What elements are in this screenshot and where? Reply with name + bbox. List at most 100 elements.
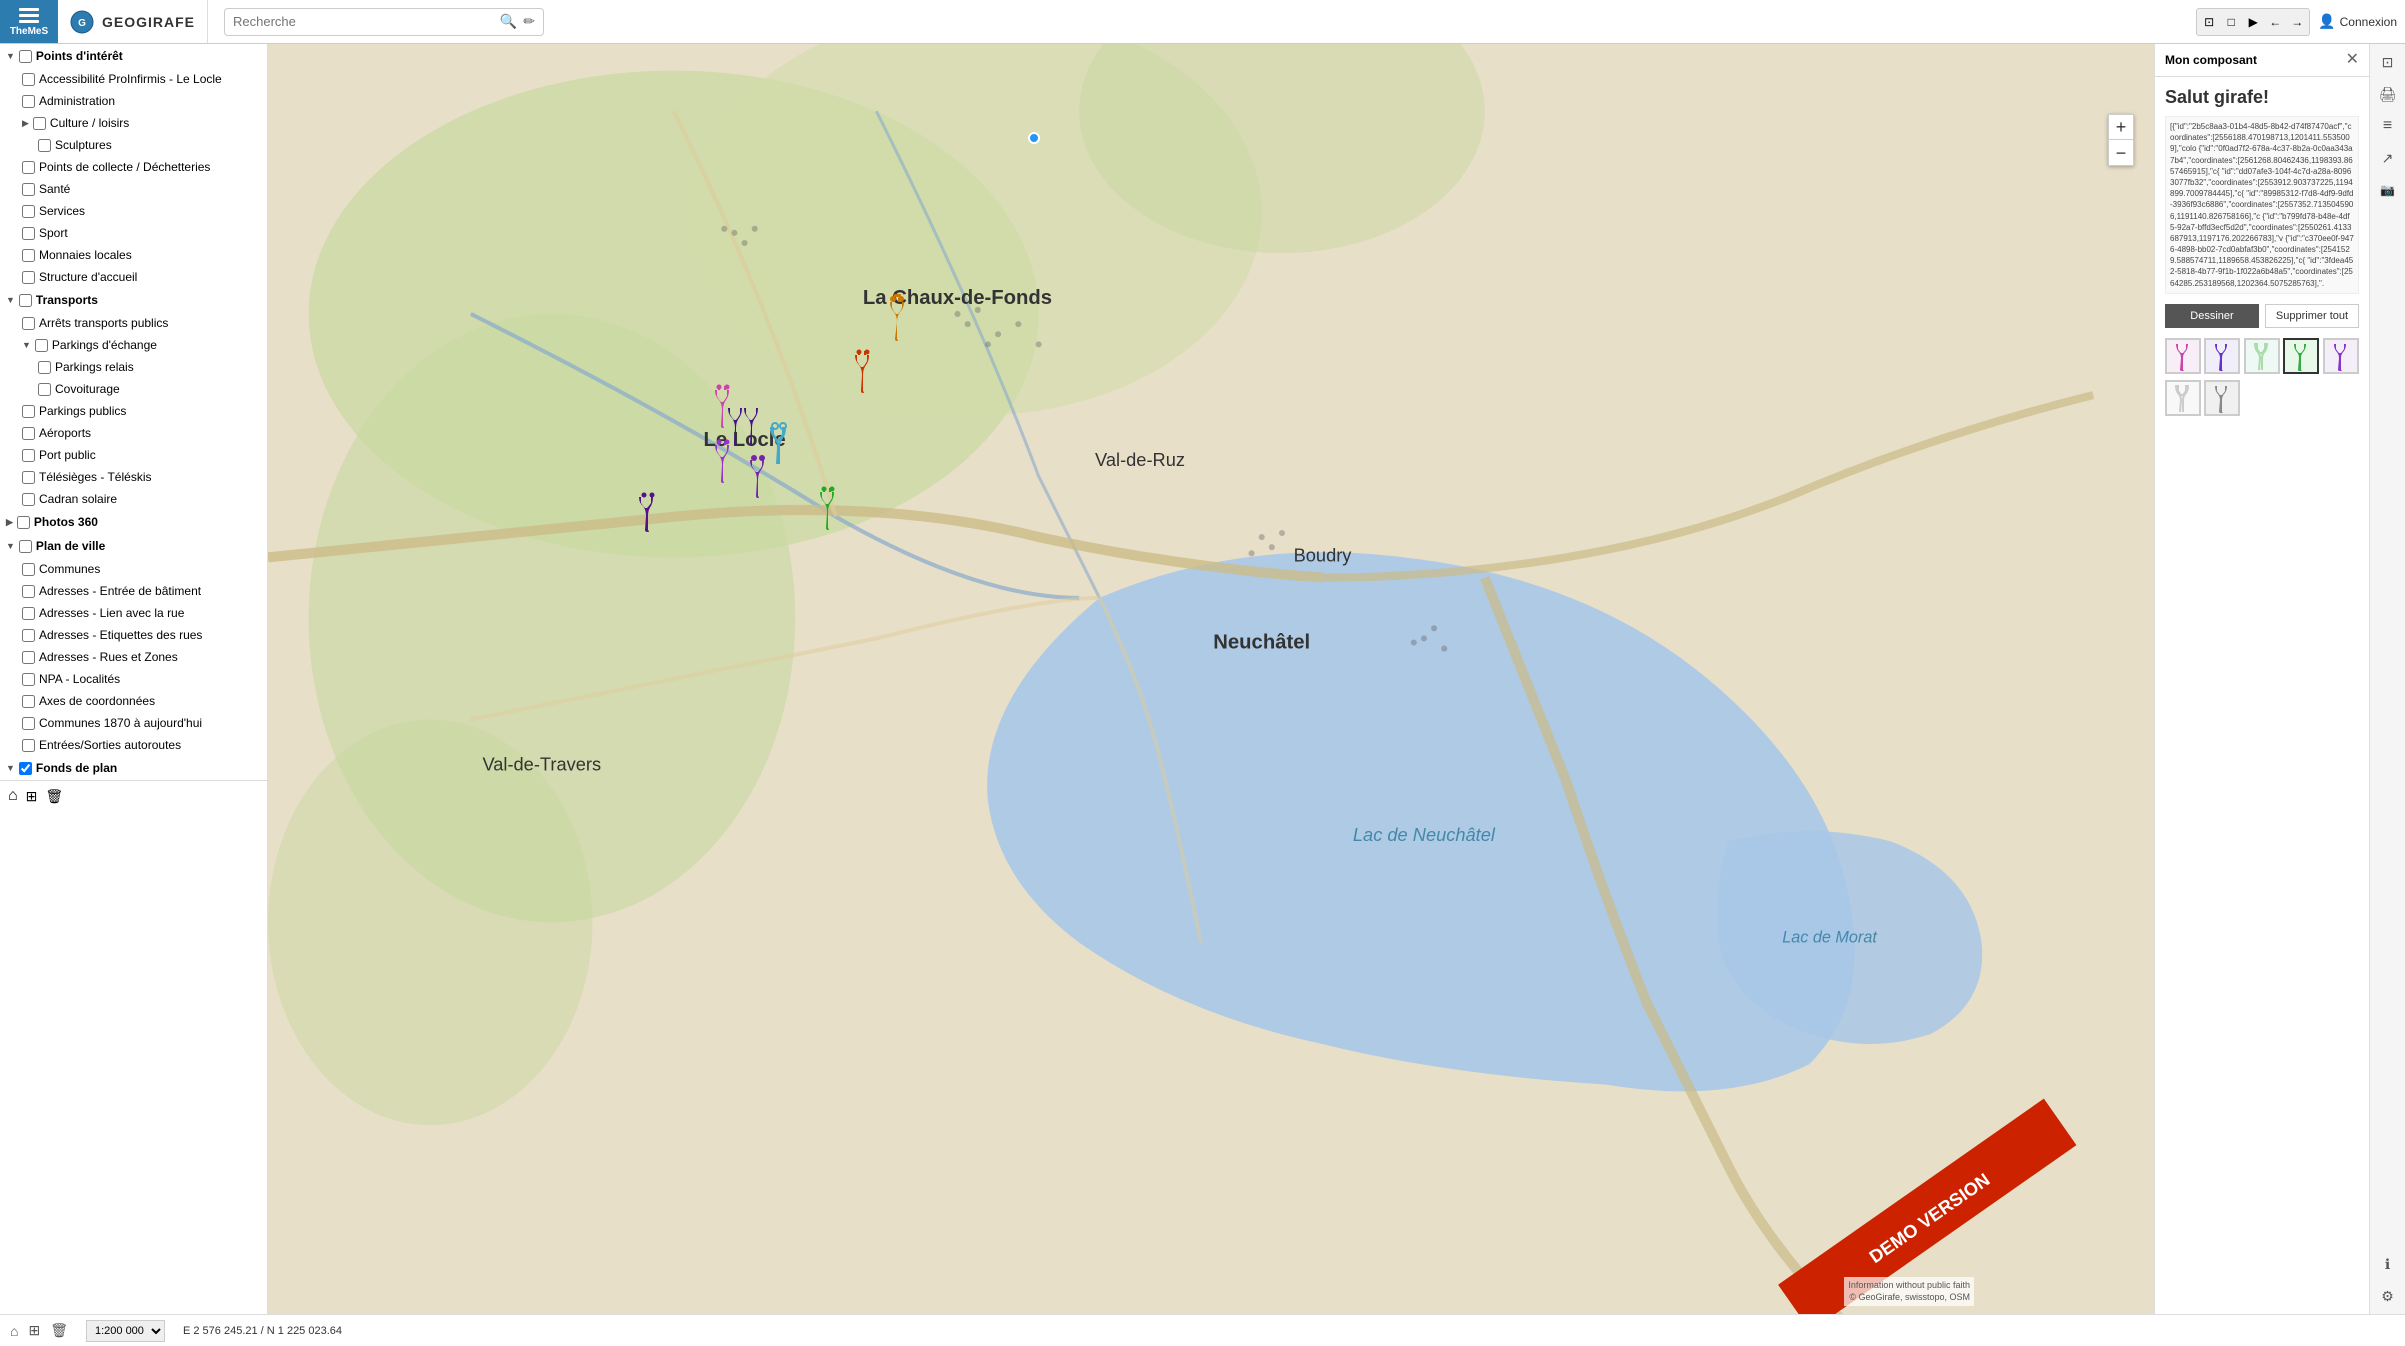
camera-button[interactable]: 📷: [2374, 176, 2402, 204]
sidebar-item-plan-ville[interactable]: ▼ Plan de ville: [0, 534, 267, 558]
scale-selector[interactable]: 1:200 000 1:100 000 1:50 000 1:25 000: [86, 1320, 165, 1342]
giraffe-violet[interactable]: [708, 439, 738, 486]
pencil-tool-button[interactable]: ✏: [523, 13, 535, 30]
adresses-rues-checkbox[interactable]: [22, 651, 35, 664]
sidebar-item-parkings-relais[interactable]: Parkings relais: [0, 356, 267, 378]
sport-checkbox[interactable]: [22, 227, 35, 240]
sidebar-item-parkings-echange[interactable]: ▼ Parkings d'échange: [0, 334, 267, 356]
search-button[interactable]: 🔍: [500, 13, 517, 30]
login-button[interactable]: 👤 Connexion: [2318, 13, 2397, 30]
sidebar-item-points-collecte[interactable]: Points de collecte / Déchetteries: [0, 156, 267, 178]
sidebar-item-communes[interactable]: Communes: [0, 558, 267, 580]
sidebar-item-administration[interactable]: Administration: [0, 90, 267, 112]
npa-checkbox[interactable]: [22, 673, 35, 686]
photos360-checkbox[interactable]: [17, 516, 30, 529]
giraffe-red[interactable]: [848, 349, 878, 396]
bottom-home-button[interactable]: ⌂: [8, 1321, 20, 1341]
video-button[interactable]: ▶: [2243, 15, 2263, 29]
plan-ville-checkbox[interactable]: [19, 540, 32, 553]
adresses-lien-checkbox[interactable]: [22, 607, 35, 620]
panel-close-button[interactable]: ✕: [2346, 52, 2359, 68]
sidebar-home-button[interactable]: ⌂: [8, 787, 18, 805]
info-button[interactable]: ℹ: [2374, 1250, 2402, 1278]
zoom-out-button[interactable]: −: [2108, 140, 2134, 166]
port-checkbox[interactable]: [22, 449, 35, 462]
monnaies-checkbox[interactable]: [22, 249, 35, 262]
sidebar-item-adresses-rues[interactable]: Adresses - Rues et Zones: [0, 646, 267, 668]
sidebar-item-parkings-publics[interactable]: Parkings publics: [0, 400, 267, 422]
share-button[interactable]: ↗: [2374, 144, 2402, 172]
axes-checkbox[interactable]: [22, 695, 35, 708]
sidebar-item-structure[interactable]: Structure d'accueil: [0, 266, 267, 288]
sidebar-item-teleskis[interactable]: Télésièges - Téléskis: [0, 466, 267, 488]
aeroports-checkbox[interactable]: [22, 427, 35, 440]
entrees-sorties-checkbox[interactable]: [22, 739, 35, 752]
giraffe-dark-purple[interactable]: [634, 492, 662, 535]
sidebar-item-arrets[interactable]: Arrêts transports publics: [0, 312, 267, 334]
delete-all-button[interactable]: Supprimer tout: [2265, 304, 2359, 328]
points-collecte-checkbox[interactable]: [22, 161, 35, 174]
fullscreen-button[interactable]: □: [2221, 15, 2241, 29]
sidebar-item-port[interactable]: Port public: [0, 444, 267, 466]
sidebar-item-adresses-entree[interactable]: Adresses - Entrée de bâtiment: [0, 580, 267, 602]
sidebar-item-cadran[interactable]: Cadran solaire: [0, 488, 267, 510]
back-button[interactable]: ←: [2265, 15, 2285, 29]
accessibilite-checkbox[interactable]: [22, 73, 35, 86]
sidebar-item-axes[interactable]: Axes de coordonnées: [0, 690, 267, 712]
sidebar-item-culture[interactable]: ▶ Culture / loisirs: [0, 112, 267, 134]
transports-checkbox[interactable]: [19, 294, 32, 307]
swatch-green[interactable]: [2283, 338, 2319, 374]
giraffe-orange[interactable]: [880, 294, 915, 347]
sidebar-item-services[interactable]: Services: [0, 200, 267, 222]
settings-button[interactable]: ⚙: [2374, 1282, 2402, 1310]
teleskis-checkbox[interactable]: [22, 471, 35, 484]
sidebar-item-monnaies[interactable]: Monnaies locales: [0, 244, 267, 266]
points-interet-checkbox[interactable]: [19, 50, 32, 63]
adresses-entree-checkbox[interactable]: [22, 585, 35, 598]
communes-checkbox[interactable]: [22, 563, 35, 576]
giraffe-green[interactable]: [813, 486, 843, 533]
sidebar-item-photos360[interactable]: ▶ Photos 360: [0, 510, 267, 534]
expand-map-button[interactable]: ⊡: [2374, 48, 2402, 76]
sidebar-item-entrees-sorties[interactable]: Entrées/Sorties autoroutes: [0, 734, 267, 756]
parkings-relais-checkbox[interactable]: [38, 361, 51, 374]
sculptures-checkbox[interactable]: [38, 139, 51, 152]
sidebar-item-transports[interactable]: ▼ Transports: [0, 288, 267, 312]
adresses-etiquettes-checkbox[interactable]: [22, 629, 35, 642]
sidebar-item-covoiturage[interactable]: Covoiturage: [0, 378, 267, 400]
swatch-white[interactable]: [2165, 380, 2201, 416]
culture-checkbox[interactable]: [33, 117, 46, 130]
bottom-grid-button[interactable]: ⊞: [26, 1320, 42, 1341]
structure-checkbox[interactable]: [22, 271, 35, 284]
communes-1870-checkbox[interactable]: [22, 717, 35, 730]
sidebar-item-fonds-plan[interactable]: ▼ Fonds de plan: [0, 756, 267, 780]
sidebar-grid-button[interactable]: ⊞: [26, 788, 38, 805]
parkings-echange-checkbox[interactable]: [35, 339, 48, 352]
covoiturage-checkbox[interactable]: [38, 383, 51, 396]
sidebar-item-sculptures[interactable]: Sculptures: [0, 134, 267, 156]
bottom-delete-button[interactable]: 🗑: [48, 1320, 70, 1341]
swatch-grey[interactable]: [2204, 380, 2240, 416]
cadran-checkbox[interactable]: [22, 493, 35, 506]
sidebar-item-points-interet[interactable]: ▼ Points d'intérêt: [0, 44, 267, 68]
themes-button[interactable]: TheMeS: [0, 0, 58, 43]
sidebar-item-sport[interactable]: Sport: [0, 222, 267, 244]
services-checkbox[interactable]: [22, 205, 35, 218]
sante-checkbox[interactable]: [22, 183, 35, 196]
sidebar-item-communes-1870[interactable]: Communes 1870 à aujourd'hui: [0, 712, 267, 734]
parkings-publics-checkbox[interactable]: [22, 405, 35, 418]
sidebar-item-adresses-etiquettes[interactable]: Adresses - Etiquettes des rues: [0, 624, 267, 646]
fonds-plan-checkbox[interactable]: [19, 762, 32, 775]
layers-button[interactable]: ≡: [2374, 112, 2402, 140]
sidebar-item-sante[interactable]: Santé: [0, 178, 267, 200]
arrets-checkbox[interactable]: [22, 317, 35, 330]
sidebar-item-accessibilite[interactable]: Accessibilité ProInfirmis - Le Locle: [0, 68, 267, 90]
swatch-purple[interactable]: [2204, 338, 2240, 374]
sidebar-item-npa[interactable]: NPA - Localités: [0, 668, 267, 690]
sidebar-item-adresses-lien[interactable]: Adresses - Lien avec la rue: [0, 602, 267, 624]
swatch-teal[interactable]: [2244, 338, 2280, 374]
forward-button[interactable]: →: [2287, 15, 2307, 29]
zoom-in-button[interactable]: +: [2108, 114, 2134, 140]
map-container[interactable]: La Chaux-de-Fonds Le Locle Val-de-Ruz Ne…: [268, 44, 2154, 1314]
expand-button[interactable]: ⊡: [2199, 15, 2219, 29]
